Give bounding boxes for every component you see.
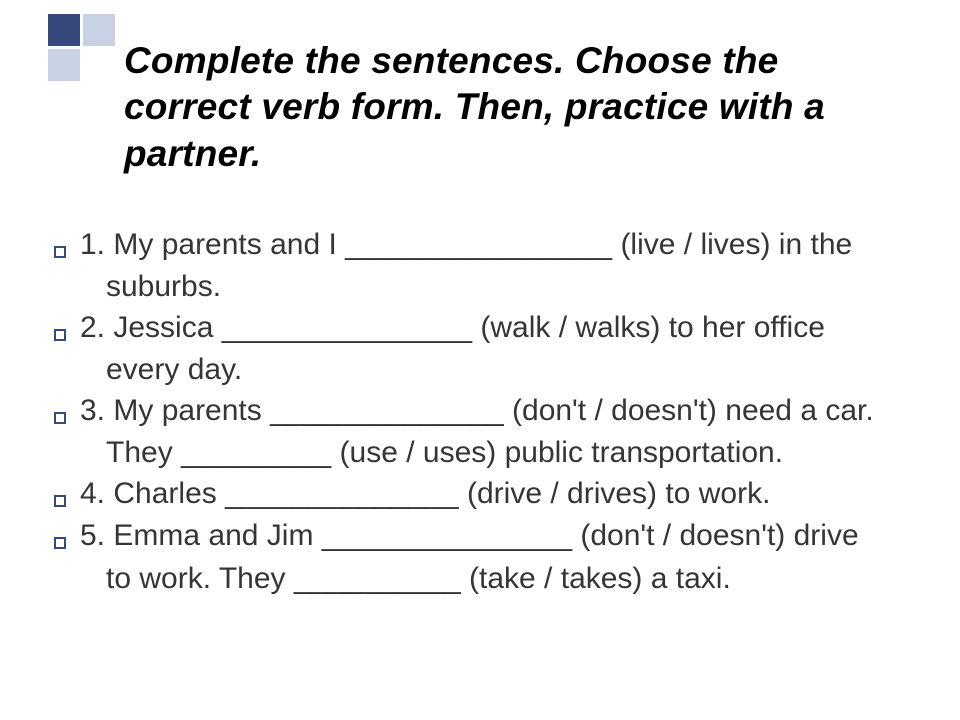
item-number: 1. [80, 228, 105, 261]
exercise-list: 1. My parents and I ________________ (li… [52, 225, 908, 600]
list-item: 5. Emma and Jim _______________ (don't /… [52, 516, 908, 557]
slide-content: Complete the sentences. Choose the corre… [0, 0, 960, 599]
item-line: My parents and I ________________ (live … [113, 228, 852, 261]
item-line: Jessica _______________ (walk / walks) t… [113, 311, 825, 344]
item-continuation: They _________ (use / uses) public trans… [52, 433, 908, 474]
list-item: 1. My parents and I ________________ (li… [52, 225, 908, 266]
bullet-icon [52, 308, 78, 349]
bullet-icon [52, 474, 78, 515]
deco-sq [48, 49, 80, 81]
slide-title: Complete the sentences. Choose the corre… [124, 38, 908, 177]
item-text: 1. My parents and I ________________ (li… [78, 225, 908, 266]
item-number: 2. [80, 311, 105, 344]
deco-sq [48, 14, 80, 46]
item-number: 4. [80, 477, 105, 510]
item-text: 2. Jessica _______________ (walk / walks… [78, 308, 908, 349]
bullet-icon [52, 516, 78, 557]
decorative-squares [48, 14, 118, 81]
deco-sq [83, 14, 115, 46]
list-item: 2. Jessica _______________ (walk / walks… [52, 308, 908, 349]
item-text: 3. My parents ______________ (don't / do… [78, 391, 908, 432]
item-continuation: every day. [52, 350, 908, 391]
item-line: Emma and Jim _______________ (don't / do… [113, 519, 858, 552]
bullet-icon [52, 225, 78, 266]
list-item: 3. My parents ______________ (don't / do… [52, 391, 908, 432]
item-text: 5. Emma and Jim _______________ (don't /… [78, 516, 908, 557]
item-line: Charles ______________ (drive / drives) … [113, 477, 770, 510]
item-text: 4. Charles ______________ (drive / drive… [78, 474, 908, 515]
bullet-icon [52, 391, 78, 432]
item-line: My parents ______________ (don't / doesn… [113, 394, 873, 427]
item-number: 3. [80, 394, 105, 427]
item-number: 5. [80, 519, 105, 552]
item-continuation: to work. They __________ (take / takes) … [52, 559, 908, 600]
item-continuation: suburbs. [52, 267, 908, 308]
list-item: 4. Charles ______________ (drive / drive… [52, 474, 908, 515]
